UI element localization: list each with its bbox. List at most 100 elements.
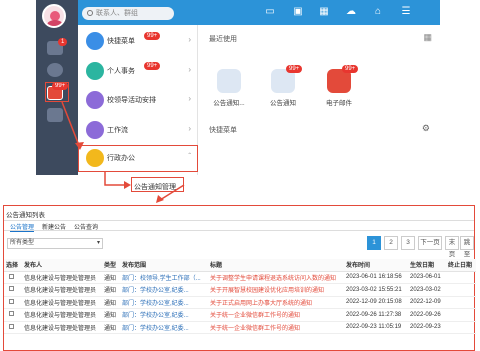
- app-notice-recent[interactable]: 公告通知...: [212, 69, 246, 115]
- cell-end-date: [446, 321, 476, 334]
- table-row[interactable]: 信息化建设与管理处管理员 通知 部门：学校办公室,纪委... 关于开展智慧校园建设优化…: [4, 283, 476, 297]
- cell-effective-date: 2022-09-23: [408, 321, 446, 334]
- message-icon[interactable]: ▭: [264, 6, 276, 17]
- chevron-right-icon: ›: [188, 35, 191, 44]
- cell-effective-date: 2022-09-26: [408, 308, 446, 322]
- cell-publish-time: 2022-09-23 11:05:19: [344, 321, 408, 334]
- recent-title: 最近使用: [209, 36, 237, 43]
- person-icon: [86, 62, 104, 80]
- highlight-submenu: [131, 177, 184, 192]
- menu-badge: 99+: [144, 32, 161, 40]
- home-icon[interactable]: ⌂: [372, 6, 384, 17]
- last-page-button[interactable]: 末页: [445, 236, 459, 258]
- more-icon[interactable]: ▦: [423, 32, 432, 43]
- jump-to-button[interactable]: 跳至: [460, 236, 474, 258]
- workspace: 最近使用 ▦ 公告通知... 99+ 公告通知 99+ 电子邮件 快捷菜单 ⚙: [198, 25, 440, 205]
- cell-end-date: [446, 271, 476, 284]
- col-select: 选择: [4, 259, 22, 272]
- workflow-icon: [86, 121, 104, 139]
- cell-end-date: [446, 296, 476, 309]
- notice-list-panel: 公告通知列表 公告管理 新建公告 公告查询 所有类型 ▾ 1 2 3 下一页 末页…: [3, 205, 476, 351]
- row-checkbox[interactable]: [9, 311, 14, 317]
- search-input[interactable]: 联系人、群组: [82, 7, 174, 20]
- cell-publish-time: 2022-12-09 20:15:08: [344, 296, 408, 309]
- app-badge: 99+: [342, 65, 359, 73]
- tab-new-notice[interactable]: 新建公告: [42, 222, 66, 231]
- org-icon[interactable]: [47, 63, 63, 77]
- menu-icon[interactable]: ☰: [400, 6, 412, 17]
- cell-effective-date: 2022-12-09: [408, 296, 446, 309]
- table-row[interactable]: 信息化建设与管理处管理员 通知 部门：学校办公室,纪委... 关于统一企业微信群工作号…: [4, 308, 476, 322]
- cell-publish-time: 2023-06-01 16:18:56: [344, 271, 408, 284]
- tab-notice-query[interactable]: 公告查询: [74, 222, 98, 231]
- panel-tabs: 公告管理 新建公告 公告查询: [4, 220, 474, 232]
- type-filter-select[interactable]: 所有类型 ▾: [7, 238, 103, 249]
- notice-icon: [217, 69, 241, 93]
- menu-item-personal[interactable]: 个人事务 99+ ›: [78, 58, 198, 84]
- row-checkbox[interactable]: [9, 298, 14, 304]
- row-checkbox[interactable]: [9, 273, 14, 279]
- chevron-right-icon: ›: [188, 65, 191, 74]
- chevron-down-icon: ▾: [96, 240, 100, 246]
- cell-scope[interactable]: 部门：学校办公室,纪委...: [120, 321, 208, 334]
- col-publisher: 发布人: [22, 259, 102, 272]
- avatar[interactable]: [42, 4, 66, 28]
- table-row[interactable]: 信息化建设与管理处管理员 通知 部门：学校办公室,纪委... 关于正式启用网上办事大厅…: [4, 296, 476, 309]
- cell-title[interactable]: 关于统一企业微信群工作号的通知: [208, 308, 344, 322]
- cell-title[interactable]: 关于调整学生申请课程退选系统访问入数的通知: [208, 271, 344, 284]
- cell-end-date: [446, 308, 476, 322]
- shortcut-title: 快捷菜单: [209, 127, 237, 134]
- app-badge: 99+: [286, 65, 303, 73]
- next-page-button[interactable]: 下一页: [418, 236, 442, 250]
- notice-table: 选择 发布人 类型 发布范围 标题 发布时间 生效日期 终止日期 信息化建设与管…: [4, 259, 476, 334]
- col-effective-date: 生效日期: [408, 259, 446, 272]
- cell-publish-time: 2023-03-02 15:55:21: [344, 283, 408, 297]
- app-notice[interactable]: 99+ 公告通知: [266, 65, 303, 115]
- cell-effective-date: 2023-06-01: [408, 271, 446, 284]
- highlight-admin-office: [78, 145, 198, 172]
- col-publish-time: 发布时间: [344, 259, 408, 272]
- page-3-button[interactable]: 3: [401, 236, 415, 250]
- cell-publish-time: 2022-09-26 11:27:38: [344, 308, 408, 322]
- app-email[interactable]: 99+ 电子邮件: [322, 65, 359, 115]
- menu-item-leader-schedule[interactable]: 校领导活动安排 ›: [78, 87, 198, 113]
- menu-item-shortcut[interactable]: 快捷菜单 99+ ›: [78, 28, 198, 54]
- highlight-apps-icon: [45, 82, 69, 102]
- chevron-right-icon: ›: [188, 94, 191, 103]
- cell-scope[interactable]: 部门：学校办公室,纪委...: [120, 283, 208, 297]
- tab-notice-manage[interactable]: 公告管理: [10, 222, 35, 232]
- cell-type: 通知: [102, 271, 120, 284]
- col-scope: 发布范围: [120, 259, 208, 272]
- table-row[interactable]: 信息化建设与管理处管理员 通知 部门：校领导,学生工作部（... 关于调整学生申请课程…: [4, 271, 476, 284]
- menu-item-workflow[interactable]: 工作流 ›: [78, 117, 198, 143]
- cell-scope[interactable]: 部门：学校办公室,纪委...: [120, 296, 208, 309]
- chevron-right-icon: ›: [188, 124, 191, 133]
- row-checkbox[interactable]: [9, 286, 14, 292]
- gear-icon[interactable]: ⚙: [422, 123, 430, 134]
- menu-badge: 99+: [144, 62, 161, 70]
- cell-title[interactable]: 关于正式启用网上办事大厅系统的通知: [208, 296, 344, 309]
- cell-effective-date: 2023-03-02: [408, 283, 446, 297]
- cell-type: 通知: [102, 308, 120, 322]
- mail-icon[interactable]: [47, 108, 63, 122]
- cloud-icon[interactable]: ☁: [345, 6, 357, 17]
- cell-title[interactable]: 关于开展智慧校园建设优化应用培训的通知: [208, 283, 344, 297]
- page-1-button[interactable]: 1: [367, 236, 381, 250]
- cell-scope[interactable]: 部门：学校办公室,纪委...: [120, 308, 208, 322]
- row-checkbox[interactable]: [9, 323, 14, 329]
- page-2-button[interactable]: 2: [384, 236, 398, 250]
- cell-end-date: [446, 283, 476, 297]
- cell-scope[interactable]: 部门：校领导,学生工作部（...: [120, 271, 208, 284]
- cell-publisher: 信息化建设与管理处管理员: [22, 283, 102, 297]
- schedule-icon: [86, 91, 104, 109]
- shortcut-icon: [86, 32, 104, 50]
- search-icon: [87, 10, 93, 16]
- table-row[interactable]: 信息化建设与管理处管理员 通知 部门：学校办公室,纪委... 关于统一企业微信群工作号…: [4, 321, 476, 334]
- cell-title[interactable]: 关于统一企业微信群工作号的通知: [208, 321, 344, 334]
- cell-publisher: 信息化建设与管理处管理员: [22, 296, 102, 309]
- calendar-icon[interactable]: ▦: [318, 6, 330, 17]
- cell-type: 通知: [102, 283, 120, 297]
- app-window: 1 99+ 联系人、群组 ▭ ▣ ▦ ☁ ⌂ ☰ 快捷菜单 99+ › 个人事务…: [0, 0, 480, 351]
- col-type: 类型: [102, 259, 120, 272]
- chat-bubble-icon[interactable]: ▣: [292, 6, 304, 17]
